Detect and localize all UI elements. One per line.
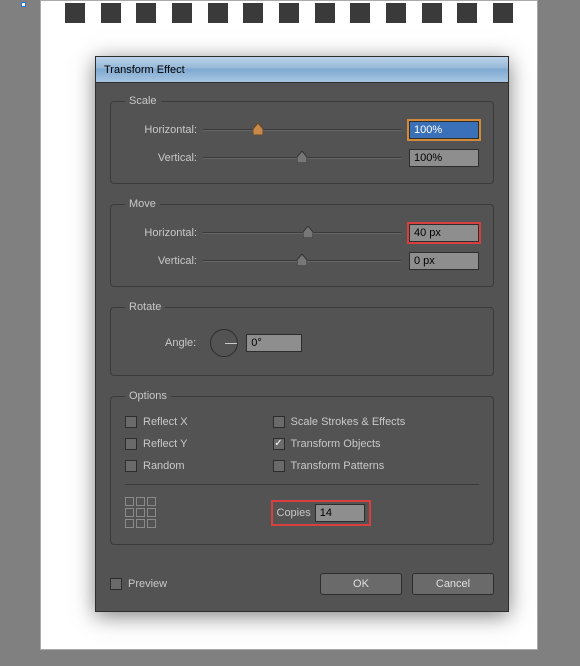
random-label: Random bbox=[143, 460, 185, 472]
move-v-label: Vertical: bbox=[125, 255, 203, 267]
move-h-label: Horizontal: bbox=[125, 227, 203, 239]
rotate-legend: Rotate bbox=[125, 301, 165, 313]
reflect-x-label: Reflect X bbox=[143, 416, 188, 428]
move-v-input[interactable]: 0 px bbox=[409, 252, 479, 270]
move-h-slider[interactable] bbox=[203, 224, 401, 242]
transform-objects-checkbox[interactable]: ✓Transform Objects bbox=[273, 438, 480, 450]
transform-patterns-checkbox[interactable]: Transform Patterns bbox=[273, 460, 480, 472]
angle-input[interactable]: 0° bbox=[246, 334, 302, 352]
options-group: Options Reflect X Scale Strokes & Effect… bbox=[110, 390, 494, 545]
cancel-button[interactable]: Cancel bbox=[412, 573, 494, 595]
artboard-top-marks bbox=[65, 3, 513, 23]
copies-input[interactable]: 14 bbox=[315, 504, 365, 522]
copies-row: Copies 14 bbox=[273, 502, 369, 524]
selection-handle-tl[interactable] bbox=[21, 2, 26, 7]
scale-v-input[interactable]: 100% bbox=[409, 149, 479, 167]
scale-strokes-checkbox[interactable]: Scale Strokes & Effects bbox=[273, 416, 480, 428]
scale-strokes-label: Scale Strokes & Effects bbox=[291, 416, 406, 428]
transform-effect-dialog: Transform Effect Scale Horizontal: 100% … bbox=[95, 56, 509, 612]
reflect-x-checkbox[interactable]: Reflect X bbox=[125, 416, 273, 428]
move-group: Move Horizontal: 40 px Vertical: bbox=[110, 198, 494, 287]
transform-patterns-label: Transform Patterns bbox=[291, 460, 385, 472]
angle-dial[interactable] bbox=[210, 329, 238, 357]
copies-label: Copies bbox=[277, 507, 311, 519]
preview-checkbox[interactable]: Preview bbox=[110, 578, 310, 590]
options-legend: Options bbox=[125, 390, 171, 402]
move-h-input[interactable]: 40 px bbox=[409, 224, 479, 242]
move-v-slider[interactable] bbox=[203, 252, 401, 270]
scale-v-label: Vertical: bbox=[125, 152, 203, 164]
ok-button[interactable]: OK bbox=[320, 573, 402, 595]
anchor-point-selector[interactable] bbox=[125, 497, 273, 528]
move-legend: Move bbox=[125, 198, 160, 210]
reflect-y-checkbox[interactable]: Reflect Y bbox=[125, 438, 273, 450]
scale-legend: Scale bbox=[125, 95, 161, 107]
rotate-group: Rotate Angle: 0° bbox=[110, 301, 494, 376]
random-checkbox[interactable]: Random bbox=[125, 460, 273, 472]
reflect-y-label: Reflect Y bbox=[143, 438, 187, 450]
dialog-titlebar[interactable]: Transform Effect bbox=[96, 57, 508, 83]
scale-h-label: Horizontal: bbox=[125, 124, 203, 136]
scale-h-input[interactable]: 100% bbox=[409, 121, 479, 139]
preview-label: Preview bbox=[128, 578, 167, 590]
scale-h-slider[interactable] bbox=[203, 121, 401, 139]
scale-group: Scale Horizontal: 100% Vertical: bbox=[110, 95, 494, 184]
angle-label: Angle: bbox=[165, 337, 202, 349]
scale-v-slider[interactable] bbox=[203, 149, 401, 167]
transform-objects-label: Transform Objects bbox=[291, 438, 381, 450]
dialog-title: Transform Effect bbox=[104, 64, 185, 76]
